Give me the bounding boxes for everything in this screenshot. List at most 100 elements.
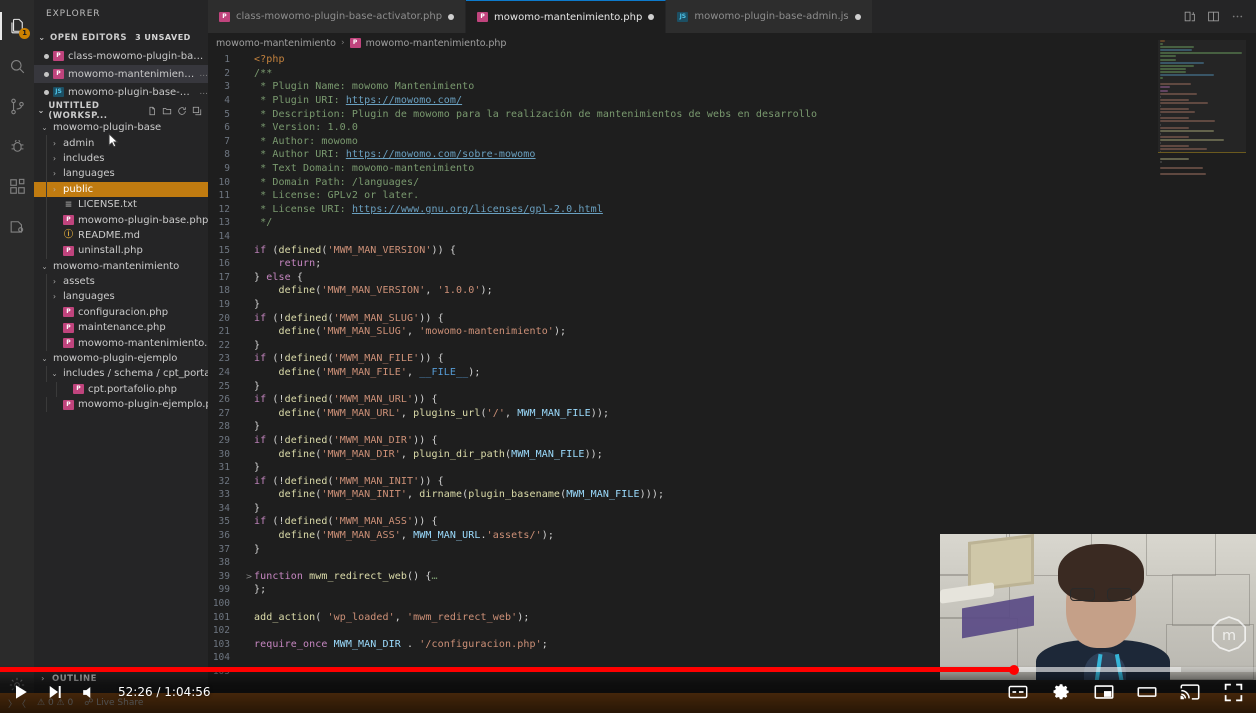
captions-button[interactable] [1005, 679, 1031, 705]
code-text: } [254, 544, 260, 555]
refresh-icon[interactable] [177, 106, 187, 116]
activity-item-extensions[interactable] [0, 166, 34, 206]
code-token: MWM_MAN_FILE [566, 489, 640, 501]
tree-file[interactable]: Pmowomo-plugin-ejemplo.php [34, 397, 224, 413]
code-line: 16 return; [208, 257, 1256, 271]
tree-file[interactable]: Pmaintenance.php [34, 320, 208, 336]
tree-folder[interactable]: ⌄ mowomo-plugin-ejemplo [34, 351, 208, 366]
fullscreen-button[interactable] [1220, 679, 1246, 705]
activity-item-explorer[interactable]: 1 [0, 6, 34, 46]
code-token: } [254, 298, 261, 310]
settings-button[interactable] [1048, 679, 1074, 705]
code-token: , [425, 285, 438, 297]
progress-scrubber[interactable] [1008, 664, 1019, 675]
new-file-icon[interactable] [147, 106, 157, 116]
tree-file[interactable]: ⓘ README.md [34, 227, 208, 244]
indent-guide [46, 166, 47, 182]
watermark-letter: m [1222, 628, 1236, 644]
fold-toggle-icon[interactable]: > [244, 572, 254, 581]
collapse-all-icon[interactable] [192, 106, 202, 116]
progress-bar[interactable] [0, 664, 1256, 675]
code-text: } [254, 381, 260, 392]
code-line: 11 * License: GPLv2 or later. [208, 189, 1256, 203]
tree-item-label: mowomo-mantenimiento.php [78, 337, 227, 349]
chevron-down-icon: ⌄ [37, 106, 45, 115]
tree-folder[interactable]: › languages [34, 289, 208, 305]
layout-icon[interactable] [1207, 10, 1220, 23]
open-editor-row[interactable]: P mowomo-mantenimiento.php ... [34, 65, 208, 83]
md-file-icon: ⓘ [63, 230, 73, 241]
code-token: defined [284, 394, 328, 406]
volume-button[interactable] [76, 679, 102, 705]
line-number: 30 [218, 448, 230, 460]
tree-item-label: uninstall.php [78, 245, 143, 257]
php-file-icon: P [63, 215, 74, 226]
dirty-dot-icon[interactable] [448, 13, 455, 20]
play-button[interactable] [8, 679, 34, 705]
tree-item-label: README.md [78, 229, 141, 241]
tree-file[interactable]: Pmowomo-plugin-base.php [34, 212, 208, 228]
activity-item-run-and-debug[interactable] [0, 126, 34, 166]
tree-folder[interactable]: › includes [34, 150, 208, 167]
tree-file[interactable]: ≡ LICENSE.txt [34, 196, 208, 213]
tree-folder[interactable]: › admin [34, 135, 208, 151]
code-token: } [254, 502, 261, 514]
code-line: 32 if (!defined('MWM_MAN_INIT')) { [208, 474, 1256, 488]
minimap-slider[interactable] [1158, 40, 1246, 152]
open-editors-header[interactable]: ⌄ OPEN EDITORS 3 UNSAVED [34, 28, 208, 47]
tree-folder[interactable]: ⌄ mowomo-plugin-base [34, 120, 208, 135]
php-file-icon: P [63, 245, 74, 256]
tree-folder[interactable]: › languages [34, 166, 208, 182]
tab-mowomo-mantenimiento[interactable]: P mowomo-mantenimiento.php [466, 0, 667, 33]
activity-item-source-control[interactable] [0, 86, 34, 126]
workspace-header[interactable]: ⌄ UNTITLED (WORKSP... [34, 101, 208, 121]
split-editor-icon[interactable] [1183, 10, 1196, 23]
tree-item-label: languages [63, 168, 115, 180]
line-number: 20 [218, 312, 230, 324]
tab-mowomo-plugin-base-admin-js[interactable]: JS mowomo-plugin-base-admin.js [666, 0, 873, 33]
dirty-dot-icon[interactable] [854, 13, 861, 20]
code-line: 6 * Version: 1.0.0 [208, 121, 1256, 135]
tab-class-mowomo-plugin-base-activator[interactable]: P class-mowomo-plugin-base-activator.php [208, 0, 467, 33]
code-line: 30 define('MWM_MAN_DIR', plugin_dir_path… [208, 447, 1256, 461]
open-editor-row[interactable]: JS mowomo-plugin-base-admin.js ... [34, 83, 208, 101]
new-folder-icon[interactable] [162, 106, 172, 116]
line-number: 19 [218, 298, 230, 310]
tree-file[interactable]: Pconfiguracion.php [34, 304, 208, 321]
code-token: defined [278, 244, 322, 256]
activity-item-remote-explorer[interactable] [0, 206, 34, 246]
tree-file[interactable]: Pmowomo-mantenimiento.php [34, 335, 226, 351]
captions-icon [1008, 685, 1028, 699]
code-token: )) { [413, 394, 438, 406]
tree-file[interactable]: Puninstall.php [34, 243, 208, 259]
indent-guide [46, 320, 47, 336]
dirty-dot-icon[interactable] [648, 14, 655, 20]
open-editors-label: OPEN EDITORS [50, 32, 128, 43]
breadcrumb-file[interactable]: mowomo-mantenimiento.php [366, 38, 507, 49]
code-line: 14 [208, 230, 1256, 244]
code-token: ( [315, 611, 328, 623]
line-number: 24 [218, 366, 230, 378]
code-token: (! [266, 394, 285, 406]
activity-item-search[interactable] [0, 46, 34, 86]
more-actions-icon[interactable] [1231, 10, 1244, 23]
miniplayer-button[interactable] [1091, 679, 1117, 705]
code-token: define [278, 285, 316, 297]
breadcrumb-folder[interactable]: mowomo-mantenimiento [216, 38, 336, 49]
open-editor-row[interactable]: P class-mowomo-plugin-base-act... [34, 47, 208, 65]
tree-file[interactable]: Pcpt.portafolio.php [34, 381, 208, 398]
cast-button[interactable] [1177, 679, 1203, 705]
tree-folder[interactable]: ⌄ includes / schema / cpt_portafolio [34, 366, 232, 382]
code-token: if [254, 475, 267, 487]
code-token: '/' [486, 407, 505, 419]
theater-button[interactable] [1134, 679, 1160, 705]
code-token: else [266, 271, 291, 283]
tree-folder[interactable]: › assets [34, 273, 208, 290]
tree-folder[interactable]: ⌄ mowomo-mantenimiento [34, 259, 208, 274]
tree-folder[interactable]: › public [34, 181, 208, 197]
next-button[interactable] [42, 679, 68, 705]
open-editor-path: ... [199, 87, 208, 97]
explorer-badge: 1 [19, 28, 30, 39]
